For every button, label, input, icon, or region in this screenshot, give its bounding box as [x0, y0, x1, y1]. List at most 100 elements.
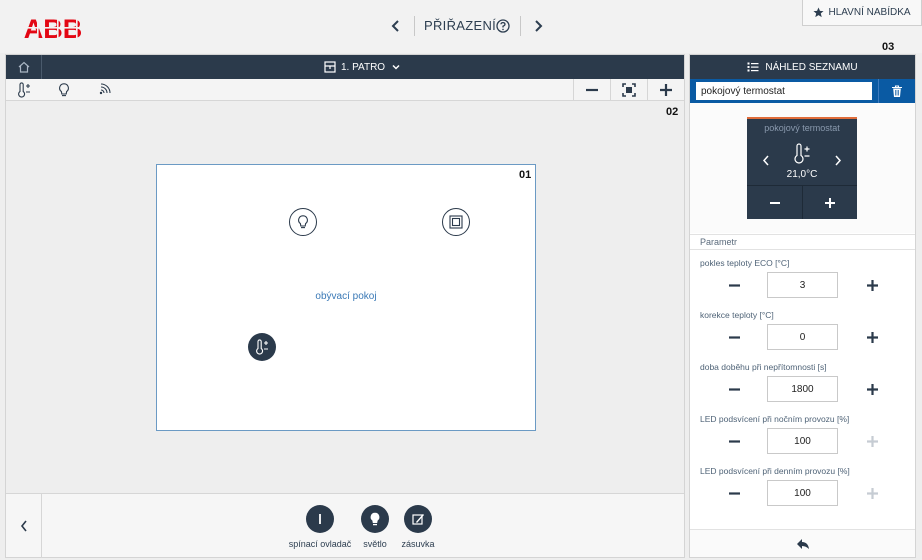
param-row-eco: pokles teploty ECO [°C] [690, 258, 915, 310]
fit-screen-icon [622, 83, 636, 97]
wireless-icon [99, 83, 111, 95]
list-preview-header[interactable]: NÁHLED SEZNAMU [690, 55, 915, 79]
device-name-input[interactable] [696, 82, 872, 100]
param-label: korekce teploty [°C] [700, 310, 774, 320]
param-decrease-button[interactable] [719, 324, 749, 350]
abb-logo: ABB [24, 14, 82, 42]
param-decrease-button[interactable] [719, 272, 749, 298]
param-value-input[interactable] [767, 428, 838, 454]
preview-increase-button[interactable] [802, 189, 857, 217]
help-icon[interactable] [496, 19, 510, 33]
param-value-input[interactable] [767, 272, 838, 298]
plus-icon [660, 84, 672, 96]
floorplan-panel: 1. PATRO 02 01 obývací pokoj spínací ovl… [5, 54, 685, 558]
device-preview-area: pokojový termostat 21,0°C [690, 103, 915, 233]
floor-label: 1. PATRO [341, 61, 386, 73]
param-increase-button-disabled [857, 428, 887, 454]
preview-title: pokojový termostat [764, 123, 840, 133]
room-label: obývací pokoj [315, 291, 377, 302]
preview-decrease-button[interactable] [747, 189, 802, 217]
title-divider [520, 16, 521, 36]
placed-thermostat-device[interactable] [248, 333, 276, 361]
thermostat-icon [18, 82, 30, 98]
page-title: PŘIŘAZENÍ [424, 18, 497, 33]
param-row-correction: korekce teploty [°C] [690, 310, 915, 362]
panel-marker: 02 [666, 106, 679, 118]
minus-icon [586, 88, 598, 92]
next-page-button[interactable] [528, 16, 548, 36]
light-bulb-icon [370, 512, 380, 526]
title-bar: PŘIŘAZENÍ [380, 12, 560, 40]
minus-icon [728, 491, 740, 495]
socket-icon [412, 514, 424, 525]
home-icon [18, 61, 29, 73]
param-row-led-night: LED podsvícení při nočním provozu [%] [690, 414, 915, 466]
filter-light-button[interactable] [46, 79, 82, 101]
placed-light-device[interactable] [289, 208, 317, 236]
list-preview-panel: NÁHLED SEZNAMU pokojový termostat 2 [689, 54, 916, 558]
chevron-down-icon [392, 64, 400, 70]
floor-selector[interactable]: 1. PATRO [324, 55, 402, 79]
param-decrease-button[interactable] [719, 428, 749, 454]
floorplan-canvas[interactable]: 02 01 obývací pokoj [6, 101, 684, 493]
preview-prev-button[interactable] [759, 153, 773, 167]
previous-page-button[interactable] [386, 16, 406, 36]
light-bulb-icon [298, 215, 308, 229]
thermostat-icon [794, 143, 810, 164]
plus-icon [824, 198, 835, 208]
param-label: doba doběhu při nepřítomnosti [s] [700, 362, 827, 372]
chevron-left-icon [20, 520, 27, 532]
list-preview-label: NÁHLED SEZNAMU [765, 61, 858, 73]
title-divider [414, 16, 415, 36]
filter-wireless-button[interactable] [86, 79, 122, 101]
param-value-input[interactable] [767, 376, 838, 402]
device-name-row [690, 79, 915, 103]
filter-thermostat-button[interactable] [6, 79, 42, 101]
delete-device-button[interactable] [878, 79, 915, 103]
minus-icon [728, 283, 740, 287]
param-decrease-button[interactable] [719, 480, 749, 506]
floorplan-toolbar [6, 79, 684, 101]
list-icon [747, 62, 759, 72]
param-increase-button[interactable] [857, 324, 887, 350]
fit-to-screen-button[interactable] [610, 79, 647, 101]
light-bulb-icon [59, 83, 69, 97]
chevron-left-icon [762, 155, 769, 165]
plus-icon [866, 487, 878, 499]
plus-icon [866, 331, 878, 343]
star-icon [813, 7, 825, 18]
top-bar: ABB PŘIŘAZENÍ HLAVNÍ NABÍDKA [0, 0, 922, 53]
right-panel-marker: 03 [882, 41, 895, 53]
minus-icon [728, 335, 740, 339]
param-increase-button[interactable] [857, 376, 887, 402]
param-value-input[interactable] [767, 480, 838, 506]
param-increase-button[interactable] [857, 272, 887, 298]
param-value-input[interactable] [767, 324, 838, 350]
plus-icon [866, 435, 878, 447]
param-label: LED podsvícení při nočním provozu [%] [700, 414, 850, 424]
param-decrease-button[interactable] [719, 376, 749, 402]
room-obyvaci-pokoj[interactable]: 01 obývací pokoj [156, 164, 536, 431]
placed-socket-device[interactable] [442, 208, 470, 236]
preview-next-button[interactable] [831, 153, 845, 167]
return-button[interactable] [690, 529, 915, 557]
minus-icon [728, 387, 740, 391]
chevron-left-icon [391, 20, 399, 32]
thermostat-icon [256, 339, 268, 355]
home-button[interactable] [6, 55, 42, 79]
chevron-right-icon [535, 20, 543, 32]
main-menu-button[interactable]: HLAVNÍ NABÍDKA [802, 0, 922, 26]
tray-item-socket[interactable]: zásuvka [382, 505, 454, 555]
trash-icon [892, 84, 902, 97]
zoom-in-button[interactable] [647, 79, 684, 101]
zoom-out-button[interactable] [573, 79, 610, 101]
main-menu-label: HLAVNÍ NABÍDKA [828, 7, 911, 18]
tray-back-button[interactable] [6, 494, 42, 558]
param-label: LED podsvícení při denním provozu [%] [700, 466, 850, 476]
tray-item-label: zásuvka [401, 539, 435, 549]
switch-actuator-icon [319, 514, 321, 524]
minus-icon [769, 202, 780, 204]
parameter-heading: Parametr [690, 234, 915, 250]
param-row-absence-delay: doba doběhu při nepřítomnosti [s] [690, 362, 915, 414]
room-marker: 01 [519, 169, 532, 181]
